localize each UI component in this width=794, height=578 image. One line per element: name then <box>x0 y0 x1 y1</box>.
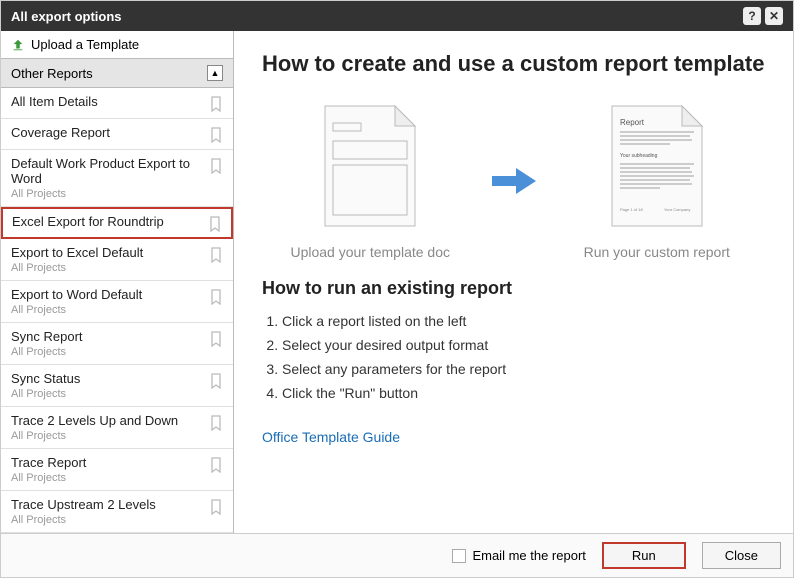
checkbox-icon <box>452 549 466 563</box>
report-item[interactable]: Sync Status All Projects <box>1 365 233 407</box>
diagram-report-label: Run your custom report <box>549 244 766 260</box>
report-item[interactable]: Sync Report All Projects <box>1 323 233 365</box>
heading-create: How to create and use a custom report te… <box>262 51 765 77</box>
report-item[interactable]: Excel Export for Roundtrip <box>1 207 233 239</box>
report-item[interactable]: Coverage Report <box>1 119 233 150</box>
svg-text:Report: Report <box>620 118 645 127</box>
report-name: Default Work Product Export to Word <box>11 156 203 186</box>
report-item[interactable]: Export to Excel Default All Projects <box>1 239 233 281</box>
upload-icon <box>11 38 25 52</box>
report-name: Trace Report <box>11 455 203 470</box>
report-name: Sync Status <box>11 371 203 386</box>
office-template-guide-link[interactable]: Office Template Guide <box>262 429 400 445</box>
bookmark-icon[interactable] <box>209 127 223 143</box>
svg-text:Page 1 of 18: Page 1 of 18 <box>620 207 643 212</box>
report-scope: All Projects <box>11 472 203 484</box>
steps-list: Click a report listed on the leftSelect … <box>282 309 765 405</box>
diagram-row: Upload your template doc Report Your sub… <box>262 101 765 260</box>
svg-text:Your subheading: Your subheading <box>620 153 658 159</box>
close-icon[interactable]: ✕ <box>765 7 783 25</box>
bookmark-icon[interactable] <box>208 216 222 232</box>
bookmark-icon[interactable] <box>209 457 223 473</box>
report-scope: All Projects <box>11 388 203 400</box>
bookmark-icon[interactable] <box>209 289 223 305</box>
report-doc-icon: Report Your subheading Page 1 of 18 Your… <box>602 101 712 231</box>
dialog-title: All export options <box>11 9 739 24</box>
help-button[interactable]: ? <box>743 7 761 25</box>
report-name: Trace 2 Levels Up and Down <box>11 413 203 428</box>
footer: Email me the report Run Close <box>1 533 793 577</box>
step-item: Click the "Run" button <box>282 381 765 405</box>
report-name: All Item Details <box>11 94 203 109</box>
report-name: Excel Export for Roundtrip <box>12 214 202 229</box>
report-scope: All Projects <box>11 346 203 358</box>
step-item: Select your desired output format <box>282 333 765 357</box>
step-item: Click a report listed on the left <box>282 309 765 333</box>
report-list: All Item Details Coverage Report Default W… <box>1 88 233 533</box>
bookmark-icon[interactable] <box>209 96 223 112</box>
email-report-label: Email me the report <box>472 548 585 563</box>
report-item[interactable]: All Item Details <box>1 88 233 119</box>
report-item[interactable]: Trace Report All Projects <box>1 449 233 491</box>
report-name: Sync Report <box>11 329 203 344</box>
main-content: How to create and use a custom report te… <box>234 31 793 533</box>
sidebar: Upload a Template Other Reports ▲ All It… <box>1 31 234 533</box>
dialog-body: Upload a Template Other Reports ▲ All It… <box>1 31 793 533</box>
report-name: Export to Word Default <box>11 287 203 302</box>
diagram-upload: Upload your template doc <box>262 101 479 260</box>
report-scope: All Projects <box>11 514 203 526</box>
bookmark-icon[interactable] <box>209 331 223 347</box>
report-item[interactable]: Default Work Product Export to Word All P… <box>1 150 233 207</box>
report-name: Export to Excel Default <box>11 245 203 260</box>
step-item: Select any parameters for the report <box>282 357 765 381</box>
bookmark-icon[interactable] <box>209 499 223 515</box>
diagram-upload-label: Upload your template doc <box>262 244 479 260</box>
arrow-right-icon <box>492 166 536 196</box>
export-dialog: All export options ? ✕ Upload a Template… <box>0 0 794 578</box>
report-item[interactable]: Export to Word Default All Projects <box>1 281 233 323</box>
report-name: Trace Upstream 2 Levels <box>11 497 203 512</box>
heading-run: How to run an existing report <box>262 278 765 299</box>
report-scope: All Projects <box>11 188 203 200</box>
bookmark-icon[interactable] <box>209 415 223 431</box>
group-header-title: Other Reports <box>11 66 207 81</box>
report-scope: All Projects <box>11 262 203 274</box>
report-scope: All Projects <box>11 304 203 316</box>
collapse-icon[interactable]: ▲ <box>207 65 223 81</box>
bookmark-icon[interactable] <box>209 247 223 263</box>
svg-text:Your Company: Your Company <box>664 207 690 212</box>
run-button[interactable]: Run <box>602 542 686 569</box>
upload-template-button[interactable]: Upload a Template <box>1 31 233 58</box>
bookmark-icon[interactable] <box>209 373 223 389</box>
report-item[interactable]: Trace Upstream 2 Levels All Projects <box>1 491 233 533</box>
bookmark-icon[interactable] <box>209 158 223 174</box>
report-name: Coverage Report <box>11 125 203 140</box>
close-button[interactable]: Close <box>702 542 781 569</box>
email-report-checkbox[interactable]: Email me the report <box>452 548 585 563</box>
titlebar: All export options ? ✕ <box>1 1 793 31</box>
reports-group-header[interactable]: Other Reports ▲ <box>1 58 233 88</box>
report-item[interactable]: Trace 2 Levels Up and Down All Projects <box>1 407 233 449</box>
arrow-col <box>489 166 539 196</box>
template-doc-icon <box>315 101 425 231</box>
report-scope: All Projects <box>11 430 203 442</box>
upload-label: Upload a Template <box>31 37 139 52</box>
diagram-report: Report Your subheading Page 1 of 18 Your… <box>549 101 766 260</box>
